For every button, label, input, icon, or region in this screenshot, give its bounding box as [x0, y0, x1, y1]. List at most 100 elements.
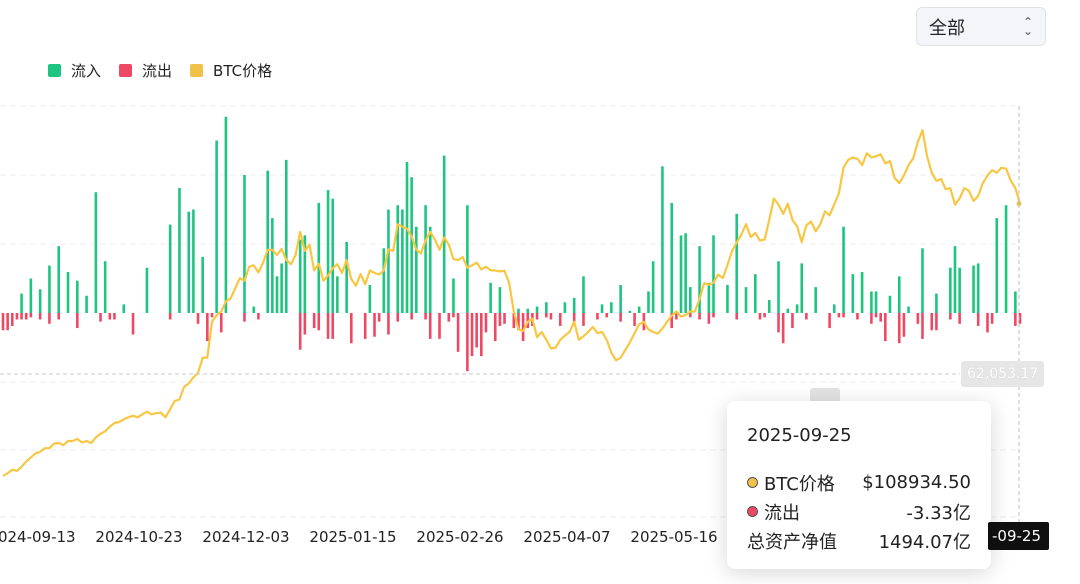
- x-tick-label: 2025-04-07: [523, 528, 610, 546]
- outflow-bar: [168, 313, 172, 320]
- inflow-bar: [275, 276, 279, 313]
- outflow-bar: [298, 313, 302, 350]
- outflow-bar: [619, 313, 622, 322]
- inflow-bar: [949, 267, 952, 313]
- inflow-bar: [976, 263, 980, 313]
- inflow-bar: [814, 287, 817, 313]
- inflow-bar: [637, 306, 641, 313]
- outflow-bar: [363, 313, 367, 339]
- outflow-bar: [428, 313, 432, 339]
- inflow-bar: [428, 226, 432, 313]
- inflow-bar: [243, 175, 246, 313]
- outflow-bar: [373, 313, 376, 337]
- outflow-bar: [791, 313, 794, 329]
- outflow-bar: [935, 313, 938, 331]
- inflow-bar: [103, 261, 107, 313]
- outflow-bar: [545, 313, 548, 318]
- inflow-bar: [953, 246, 957, 313]
- x-tick-label: 2024-09-13: [0, 528, 76, 546]
- outflow-bar: [210, 313, 214, 318]
- inflow-bar: [489, 282, 492, 313]
- outflow-bar: [108, 313, 112, 320]
- inflow-bar: [1004, 205, 1008, 313]
- inflow-bar: [526, 308, 530, 313]
- btc-price-hover-point: [1016, 201, 1022, 207]
- inflow-bar: [582, 276, 585, 313]
- inflow-bar: [410, 177, 413, 313]
- inflow-bar: [870, 291, 873, 313]
- inflow-bar: [860, 272, 864, 313]
- outflow-bar: [326, 313, 330, 339]
- outflow-bar: [828, 313, 831, 329]
- outflow-bar: [38, 313, 42, 320]
- inflow-bar: [972, 265, 975, 313]
- outflow-bar: [484, 313, 488, 333]
- btc-price-dot-icon: [747, 477, 758, 488]
- inflow-bar: [284, 159, 288, 313]
- outflow-bar: [243, 313, 246, 322]
- inflow-bar: [851, 274, 855, 313]
- tooltip-value-outflow: -3.33亿: [906, 502, 971, 524]
- inflow-bar: [498, 287, 502, 313]
- inflow-bar: [1014, 291, 1017, 313]
- outflow-bar: [549, 313, 553, 320]
- outflow-bar: [452, 313, 455, 318]
- inflow-bar: [57, 246, 61, 313]
- outflow-bar: [493, 313, 497, 342]
- inflow-bar: [651, 261, 655, 313]
- inflow-bar: [424, 205, 427, 313]
- x-tick-label: 2024-10-23: [95, 528, 182, 546]
- outflow-bar: [99, 313, 102, 322]
- outflow-bar: [1014, 313, 1017, 326]
- inflow-bar: [874, 291, 878, 313]
- crosshair-y-label: 62,053.17: [961, 361, 1045, 387]
- outflow-bar: [76, 313, 79, 329]
- inflow-bar: [38, 289, 42, 313]
- outflow-bar: [438, 313, 441, 339]
- inflow-bar: [842, 226, 845, 313]
- crosshair-x-label-text: -09-25: [992, 527, 1041, 545]
- outflow-bar: [582, 313, 585, 326]
- tooltip-label-btc-price: BTC价格: [764, 473, 835, 495]
- inflow-bar: [688, 287, 692, 313]
- tooltip-row-btc-price: BTC价格 $108934.50: [747, 468, 971, 497]
- inflow-bar: [600, 304, 604, 313]
- outflow-bar: [377, 313, 381, 322]
- outflow-bar: [884, 313, 887, 342]
- outflow-bar: [480, 313, 483, 357]
- inflow-bar: [271, 218, 274, 313]
- outflow-bar: [781, 313, 785, 344]
- outflow-bar: [1, 313, 5, 331]
- outflow-bar: [396, 313, 400, 322]
- inflow-bar: [317, 203, 321, 313]
- outflow-bar: [902, 313, 906, 337]
- outflow-bar: [558, 313, 562, 326]
- tooltip-row-outflow: 流出 -3.33亿: [747, 497, 971, 526]
- inflow-bar: [326, 190, 330, 313]
- tooltip-value-net-assets: 1494.07亿: [878, 531, 971, 553]
- outflow-bar: [707, 313, 711, 324]
- outflow-bar: [410, 313, 413, 320]
- outflow-bar: [196, 313, 200, 324]
- inflow-bar: [29, 278, 33, 313]
- inflow-bar: [122, 304, 126, 313]
- crosshair-x-label: -09-25: [988, 522, 1049, 550]
- outflow-bar: [897, 313, 901, 344]
- inflow-bar: [517, 308, 520, 313]
- inflow-bar: [331, 198, 335, 313]
- outflow-bar: [572, 313, 576, 322]
- inflow-bar: [382, 248, 386, 313]
- inflow-bar: [466, 205, 469, 313]
- outflow-bar: [688, 313, 692, 318]
- inflow-bar: [224, 116, 228, 313]
- x-tick-label: 2025-05-16: [630, 528, 717, 546]
- inflow-bar: [921, 248, 924, 313]
- inflow-bar: [76, 280, 79, 313]
- inflow-bar: [145, 267, 149, 313]
- x-tick-label: 2024-12-03: [202, 528, 289, 546]
- outflow-bar: [131, 313, 135, 335]
- outflow-bar: [712, 313, 715, 318]
- tooltip-date: 2025-09-25: [747, 425, 852, 446]
- outflow-bar: [958, 313, 961, 324]
- inflow-bar: [795, 304, 799, 313]
